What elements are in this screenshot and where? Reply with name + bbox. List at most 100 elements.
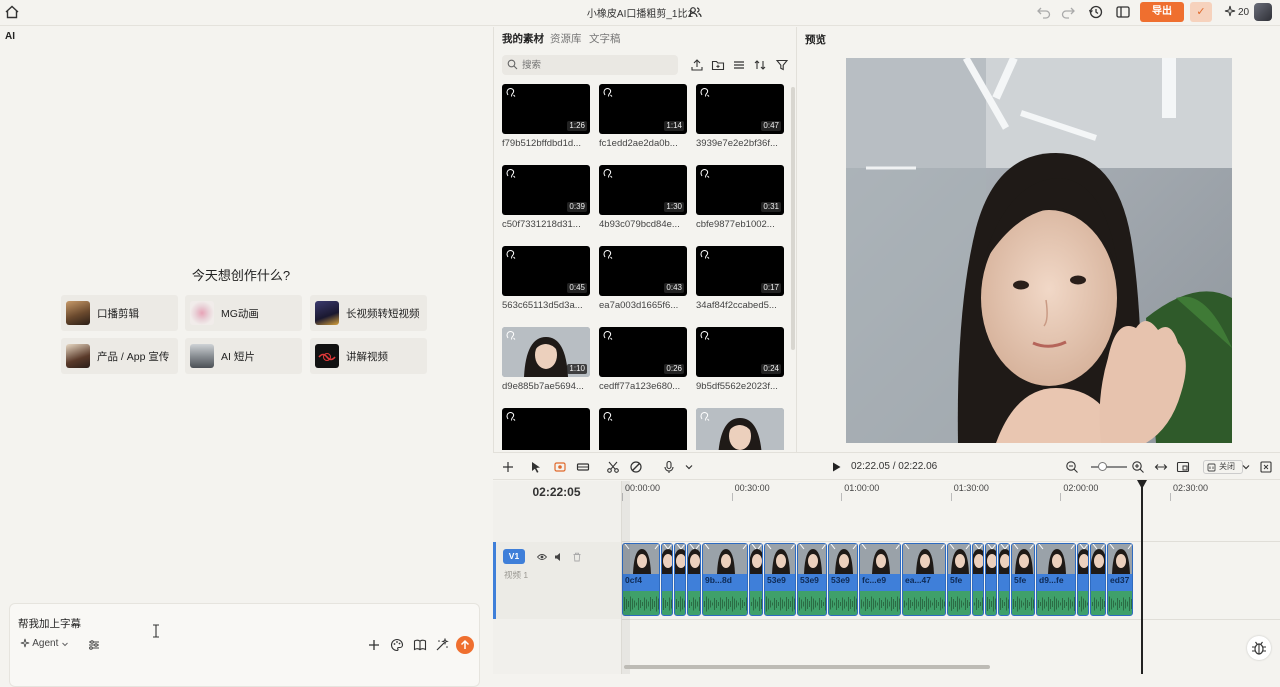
- track-header-v1[interactable]: V1 视频 1: [493, 542, 621, 619]
- add-icon[interactable]: [367, 638, 381, 652]
- history-icon[interactable]: [1088, 4, 1104, 20]
- timeline-clip[interactable]: [687, 543, 701, 616]
- timeline-clip[interactable]: [1077, 543, 1089, 616]
- timeline-clip[interactable]: [998, 543, 1010, 616]
- timeline-clip[interactable]: [972, 543, 984, 616]
- timeline-clip[interactable]: [1090, 543, 1106, 616]
- avatar[interactable]: [1254, 3, 1272, 21]
- layout-icon[interactable]: [1115, 4, 1131, 20]
- timeline-clip[interactable]: 53e9: [797, 543, 827, 616]
- clip-filmstrip: [1037, 544, 1075, 574]
- redo-icon[interactable]: [1060, 4, 1076, 20]
- asset-card[interactable]: 0:26 cedff77a123e680...: [599, 327, 687, 392]
- template-ai-short-film[interactable]: AI 短片: [185, 338, 302, 374]
- fullscreen-icon[interactable]: [1259, 460, 1273, 474]
- video-preview[interactable]: [846, 58, 1232, 443]
- timeline-area[interactable]: 0cf4 9b...8d 53e9 53e9 53e9 fc...e9 ea...47 5fe…: [622, 501, 1280, 674]
- search-input[interactable]: [522, 58, 672, 72]
- asset-card[interactable]: 1:10 d9e885b7ae5694...: [502, 327, 590, 392]
- zoom-out-icon[interactable]: [1065, 460, 1079, 474]
- clip-filmstrip: [1078, 544, 1088, 574]
- new-folder-icon[interactable]: [711, 58, 725, 72]
- collaborators-icon[interactable]: [688, 5, 702, 19]
- check-icon[interactable]: ✓: [1190, 2, 1212, 22]
- tab-resource-library[interactable]: 资源库: [550, 31, 582, 46]
- template-mg-animation[interactable]: MG动画: [185, 295, 302, 331]
- asset-scrollbar[interactable]: [791, 87, 795, 350]
- timeline-ruler[interactable]: 00:00:00 00:30:00 01:00:00 01:30:00 02:00:00…: [622, 481, 1280, 501]
- asset-card[interactable]: 0:47 3939e7e2e2bf36f...: [696, 84, 784, 149]
- asset-card[interactable]: 0:45 563c65113d5d3a...: [502, 246, 590, 311]
- timeline-clip[interactable]: [661, 543, 673, 616]
- timeline-clip[interactable]: [985, 543, 997, 616]
- timeline-clip[interactable]: 9b...8d: [702, 543, 748, 616]
- palette-icon[interactable]: [390, 638, 404, 652]
- template-product-promo[interactable]: 产品 / App 宣传: [61, 338, 178, 374]
- timeline-clip[interactable]: ea...47: [902, 543, 946, 616]
- zoom-slider-handle[interactable]: [1098, 462, 1107, 471]
- asset-card[interactable]: 0:39 c50f7331218d31...: [502, 165, 590, 230]
- link-clips-icon[interactable]: [629, 460, 643, 474]
- pointer-icon[interactable]: [529, 460, 543, 474]
- add-icon[interactable]: [501, 460, 515, 474]
- tab-transcript[interactable]: 文字稿: [589, 31, 621, 46]
- timeline-scrollbar[interactable]: [624, 665, 990, 669]
- speaker-icon[interactable]: [554, 552, 564, 562]
- ai-cut-icon[interactable]: [553, 460, 567, 474]
- export-button[interactable]: 导出: [1140, 2, 1184, 22]
- zoom-in-icon[interactable]: [1131, 460, 1145, 474]
- timeline-clip[interactable]: [749, 543, 763, 616]
- ruler-label: 02:30:00: [1173, 483, 1209, 493]
- send-button[interactable]: [456, 636, 474, 654]
- microphone-icon[interactable]: [662, 460, 676, 474]
- asset-card[interactable]: 1:26 f79b512bffdbd1d...: [502, 84, 590, 149]
- timeline-clip[interactable]: 53e9: [828, 543, 858, 616]
- asset-card[interactable]: [696, 408, 784, 450]
- settings-sliders-icon[interactable]: [87, 638, 101, 652]
- playhead-handle[interactable]: [1137, 480, 1147, 489]
- asset-card[interactable]: 0:17 34af84f2ccabed5...: [696, 246, 784, 311]
- sort-icon[interactable]: [753, 58, 767, 72]
- chevron-down-icon[interactable]: [1239, 460, 1253, 474]
- template-talking-head-edit[interactable]: 口播剪辑: [61, 295, 178, 331]
- bug-report-button[interactable]: [1247, 636, 1271, 660]
- undo-icon[interactable]: [1036, 4, 1052, 20]
- timeline-clip[interactable]: 5fe: [947, 543, 971, 616]
- timeline-clip[interactable]: 5fe: [1011, 543, 1035, 616]
- play-icon[interactable]: [829, 460, 843, 474]
- timeline-clip[interactable]: d9...fe: [1036, 543, 1076, 616]
- credits-counter[interactable]: 20: [1224, 5, 1249, 18]
- tab-my-assets[interactable]: 我的素材: [502, 31, 544, 46]
- chevron-down-icon[interactable]: [682, 460, 696, 474]
- book-icon[interactable]: [413, 638, 427, 652]
- aspect-icon[interactable]: [1176, 460, 1190, 474]
- list-view-icon[interactable]: [732, 58, 746, 72]
- asset-card[interactable]: [599, 408, 687, 450]
- asset-card[interactable]: 0:24 9b5df5562e2023f...: [696, 327, 784, 392]
- playhead[interactable]: [1141, 480, 1143, 674]
- filter-icon[interactable]: [775, 58, 789, 72]
- eye-icon[interactable]: [537, 552, 547, 562]
- asset-card[interactable]: 1:30 4b93c079bcd84e...: [599, 165, 687, 230]
- agent-selector[interactable]: Agent: [20, 638, 69, 649]
- asset-card[interactable]: 0:43 ea7a003d1665f6...: [599, 246, 687, 311]
- timeline-clip[interactable]: fc...e9: [859, 543, 901, 616]
- snap-toggle[interactable]: 关闭: [1203, 460, 1243, 474]
- fit-width-icon[interactable]: [1154, 460, 1168, 474]
- home-icon[interactable]: [4, 4, 20, 20]
- timeline-clip[interactable]: [674, 543, 686, 616]
- asset-card[interactable]: [502, 408, 590, 450]
- scissors-icon[interactable]: [606, 460, 620, 474]
- timeline-clip[interactable]: 53e9: [764, 543, 796, 616]
- upload-icon[interactable]: [690, 58, 704, 72]
- zoom-slider[interactable]: [1091, 466, 1127, 468]
- chat-input[interactable]: [18, 614, 438, 632]
- film-icon[interactable]: [576, 460, 590, 474]
- template-explainer-video[interactable]: 讲解视频: [310, 338, 427, 374]
- asset-card[interactable]: 0:31 cbfe9877eb1002...: [696, 165, 784, 230]
- trash-icon[interactable]: [572, 552, 582, 562]
- timeline-clip[interactable]: ed37: [1107, 543, 1133, 616]
- template-long-to-short[interactable]: 长视频转短视频: [310, 295, 427, 331]
- magic-wand-icon[interactable]: [435, 638, 449, 652]
- asset-card[interactable]: 1:14 fc1edd2ae2da0b...: [599, 84, 687, 149]
